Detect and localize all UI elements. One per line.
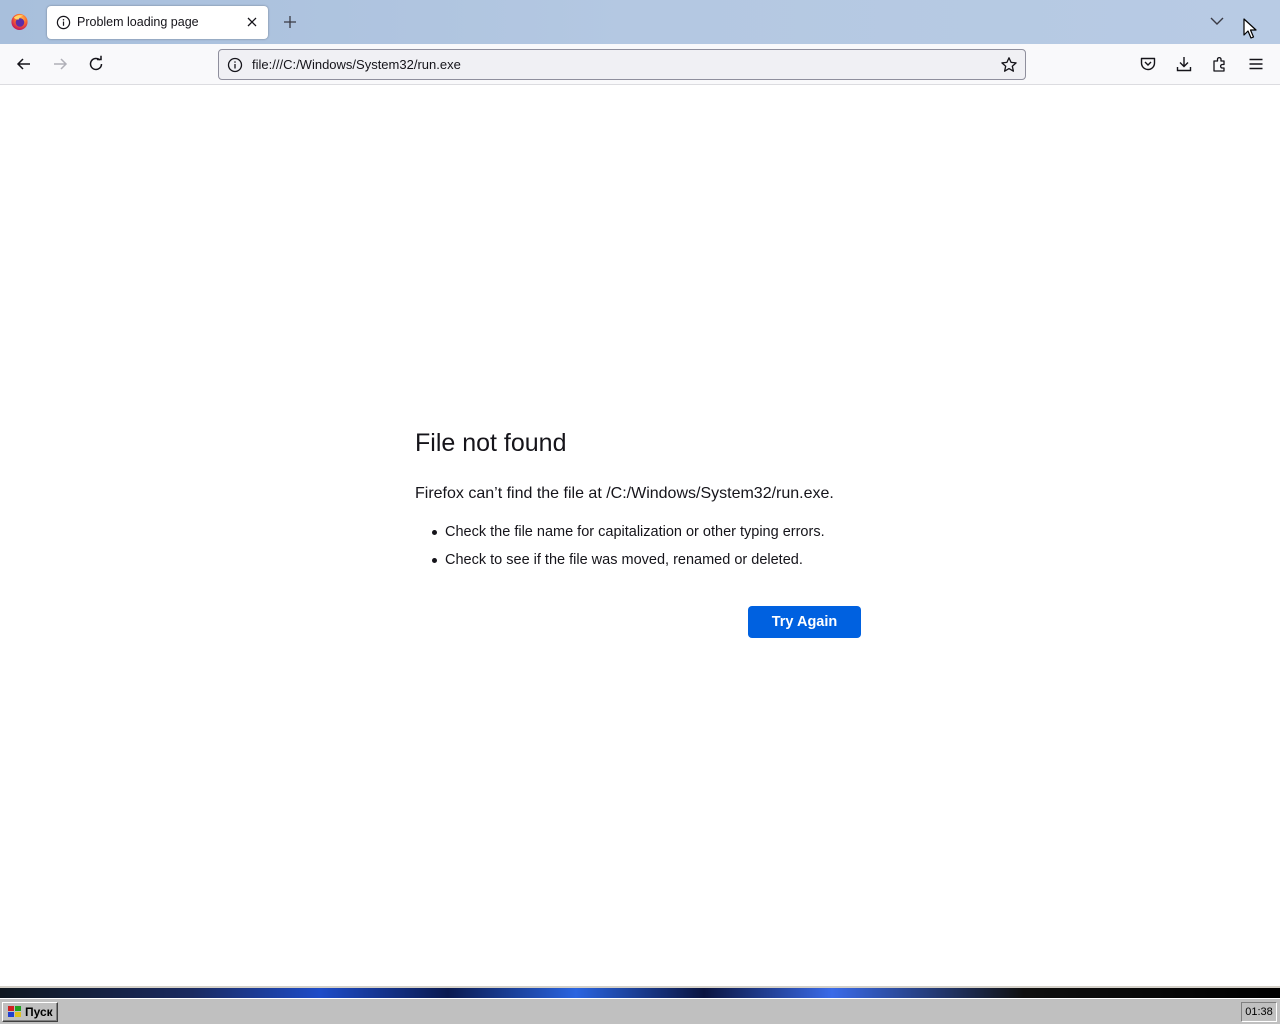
try-again-button[interactable]: Try Again — [748, 606, 861, 638]
close-tab-icon[interactable] — [245, 15, 259, 29]
list-item: Check to see if the file was moved, rena… — [430, 550, 825, 578]
page-content: File not found Firefox can’t find the fi… — [0, 86, 1280, 986]
start-button[interactable]: Пуск — [2, 1002, 58, 1022]
suggestion-list: Check the file name for capitalization o… — [430, 522, 825, 578]
nav-bar: file:///C:/Windows/System32/run.exe — [0, 44, 1280, 85]
bullet-icon — [432, 530, 437, 535]
bullet-icon — [432, 558, 437, 563]
firefox-logo-icon[interactable] — [10, 12, 29, 31]
tab-strip: Problem loading page — [0, 0, 1280, 44]
taskbar: Пуск 01:38 — [0, 998, 1280, 1024]
start-label: Пуск — [25, 1005, 53, 1019]
hamburger-menu-icon[interactable] — [1246, 54, 1266, 74]
error-description: Firefox can’t find the file at /C:/Windo… — [415, 485, 834, 502]
new-tab-icon[interactable] — [282, 14, 298, 30]
mouse-cursor-icon — [1243, 18, 1257, 39]
tab-title: Problem loading page — [77, 15, 199, 29]
extensions-icon[interactable] — [1210, 54, 1230, 74]
error-title: File not found — [415, 429, 567, 457]
desktop-wallpaper-strip — [0, 986, 1280, 998]
suggestion-text: Check the file name for capitalization o… — [445, 524, 825, 540]
chevron-down-icon[interactable] — [1209, 15, 1225, 27]
reload-icon[interactable] — [86, 54, 106, 74]
pocket-icon[interactable] — [1138, 54, 1158, 74]
tray-clock: 01:38 — [1241, 1002, 1277, 1022]
suggestion-text: Check to see if the file was moved, rena… — [445, 552, 803, 568]
url-text[interactable]: file:///C:/Windows/System32/run.exe — [252, 57, 461, 72]
info-icon — [56, 15, 71, 30]
list-item: Check the file name for capitalization o… — [430, 522, 825, 550]
forward-arrow-icon[interactable] — [50, 54, 70, 74]
back-arrow-icon[interactable] — [14, 54, 34, 74]
tab-active[interactable]: Problem loading page — [47, 6, 268, 39]
bookmark-star-icon[interactable] — [1000, 56, 1018, 74]
url-bar[interactable]: file:///C:/Windows/System32/run.exe — [218, 49, 1026, 80]
site-info-icon[interactable] — [227, 57, 243, 73]
windows-logo-icon — [8, 1006, 21, 1017]
downloads-icon[interactable] — [1174, 54, 1194, 74]
